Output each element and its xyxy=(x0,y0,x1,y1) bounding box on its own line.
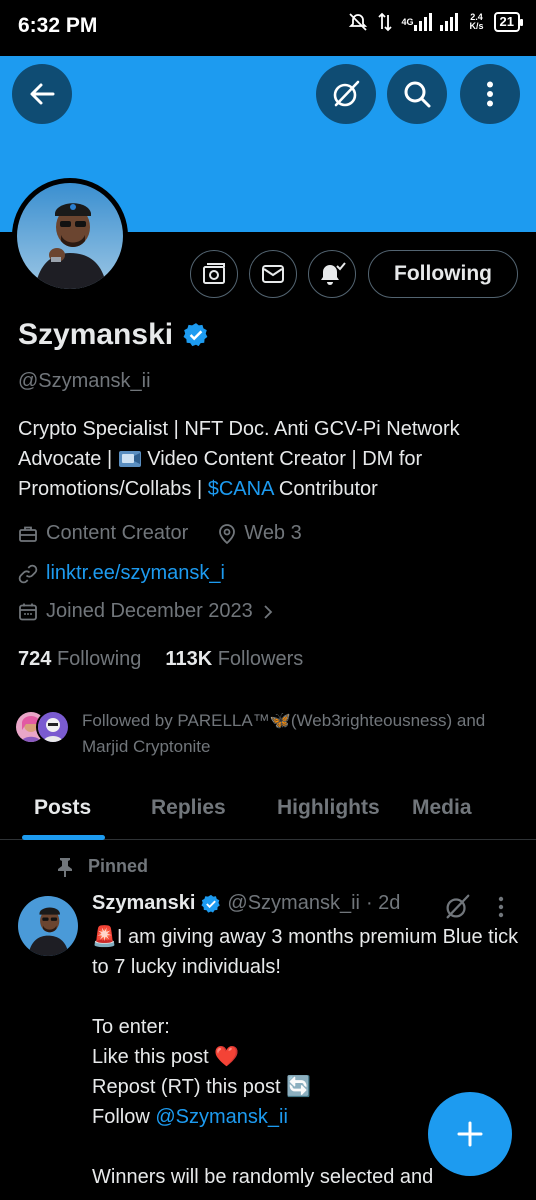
profile-handle: @Szymansk_ii xyxy=(18,370,151,392)
profile-website-link[interactable]: linktr.ee/szymansk_i xyxy=(46,562,225,585)
back-button[interactable] xyxy=(12,64,72,124)
profile-tabs: Posts Replies Highlights Media xyxy=(0,776,536,840)
bio-text-3: Contributor xyxy=(273,478,378,500)
net-speed: 2.4 K/s xyxy=(470,13,484,31)
profile-website-row: linktr.ee/szymansk_i xyxy=(18,562,225,585)
compose-post-button[interactable] xyxy=(428,1092,512,1176)
data-transfer-icon xyxy=(377,12,392,32)
avatar-image xyxy=(17,183,123,289)
bio-cashtag[interactable]: $CANA xyxy=(208,478,274,500)
follow-counts: 724 Following 113K Followers xyxy=(18,648,303,671)
verified-badge-icon xyxy=(201,894,221,913)
followers-count: 113K xyxy=(165,648,213,670)
profile-joined: Joined December 2023 xyxy=(46,600,253,622)
post-line-5-prefix: Follow xyxy=(92,1106,156,1128)
followed-by-avatars xyxy=(14,708,72,746)
post-time: · 2d xyxy=(365,892,401,914)
grok-icon xyxy=(333,80,360,107)
search-button[interactable] xyxy=(387,64,447,124)
profile-name: Szymanski xyxy=(18,318,174,351)
briefcase-icon xyxy=(19,526,37,542)
pinned-indicator: Pinned xyxy=(56,856,148,877)
avatar[interactable] xyxy=(17,183,123,289)
tab-posts[interactable]: Posts xyxy=(34,796,91,820)
net-speed-unit: K/s xyxy=(469,21,484,31)
following-label: Following xyxy=(56,648,142,670)
arrow-left-icon xyxy=(30,83,55,105)
post-author-avatar[interactable] xyxy=(18,896,78,956)
profile-name-row: Szymanski xyxy=(18,318,209,352)
post-avatar-image xyxy=(18,896,78,956)
profile-avatar-frame[interactable] xyxy=(12,178,128,294)
followed-by-row[interactable]: Followed by PARELLA™🦋(Web3righteousness)… xyxy=(14,708,522,760)
followers-label: Followers xyxy=(217,648,304,670)
post-line-1: 🚨I am giving away 3 months premium Blue … xyxy=(92,926,519,978)
profile-bio: Crypto Specialist | NFT Doc. Anti GCV-Pi… xyxy=(18,414,528,504)
followed-by-text: Followed by PARELLA™🦋(Web3righteousness)… xyxy=(82,711,486,756)
follower-avatar-2 xyxy=(36,710,70,744)
plus-icon xyxy=(457,1121,483,1147)
following-button[interactable]: Following xyxy=(368,250,518,298)
post-author-handle[interactable]: @Szymansk_ii xyxy=(227,892,360,915)
status-time: 6:32 PM xyxy=(18,14,98,37)
envelope-icon xyxy=(262,265,284,283)
calendar-icon xyxy=(19,603,37,620)
search-icon xyxy=(404,81,431,108)
tab-replies[interactable]: Replies xyxy=(151,796,226,820)
active-tab-indicator xyxy=(22,835,105,840)
tab-media[interactable]: Media xyxy=(412,796,472,820)
post-mention[interactable]: @Szymansk_ii xyxy=(155,1106,288,1128)
message-button[interactable] xyxy=(249,250,297,298)
profile-location: Web 3 xyxy=(244,522,302,544)
status-bar: 6:32 PM 4G 2.4 K/s 21 xyxy=(0,0,536,56)
verified-badge-icon[interactable] xyxy=(183,322,209,348)
profile-joined-row[interactable]: Joined December 2023 xyxy=(18,600,275,623)
followers-count-link[interactable]: 113K Followers xyxy=(165,648,303,671)
profile-category: Content Creator xyxy=(46,522,189,544)
location-pin-icon xyxy=(219,523,236,544)
chevron-right-icon xyxy=(264,604,273,619)
link-icon xyxy=(18,564,38,583)
post-line-2: To enter: xyxy=(92,1016,170,1038)
network-type: 4G xyxy=(401,16,414,27)
bell-check-icon xyxy=(321,262,346,285)
following-count: 724 xyxy=(18,648,52,670)
status-icons: 4G 2.4 K/s 21 xyxy=(348,12,524,32)
more-vertical-icon xyxy=(487,81,493,107)
battery-indicator: 21 xyxy=(493,12,524,32)
subscription-icon xyxy=(203,263,225,284)
notifications-button[interactable] xyxy=(308,250,356,298)
subscribe-button[interactable] xyxy=(190,250,238,298)
post-line-3: Like this post ❤️ xyxy=(92,1046,240,1068)
more-vertical-icon xyxy=(498,896,504,918)
grok-icon xyxy=(446,894,470,919)
profile-meta-row: Content Creator Web 3 xyxy=(18,522,302,545)
grok-button[interactable] xyxy=(316,64,376,124)
video-camera-icon xyxy=(118,451,141,467)
post-author-name[interactable]: Szymanski xyxy=(92,892,195,915)
dnd-icon xyxy=(348,12,368,32)
pin-icon xyxy=(58,857,72,877)
post-more-button[interactable] xyxy=(498,896,504,923)
post-header: Szymanski @Szymansk_ii · 2d xyxy=(92,892,400,915)
tab-highlights[interactable]: Highlights xyxy=(277,796,380,820)
following-count-link[interactable]: 724 Following xyxy=(18,648,141,671)
pinned-label: Pinned xyxy=(88,856,149,876)
more-options-button[interactable] xyxy=(460,64,520,124)
signal-icon: 4G xyxy=(402,13,460,31)
